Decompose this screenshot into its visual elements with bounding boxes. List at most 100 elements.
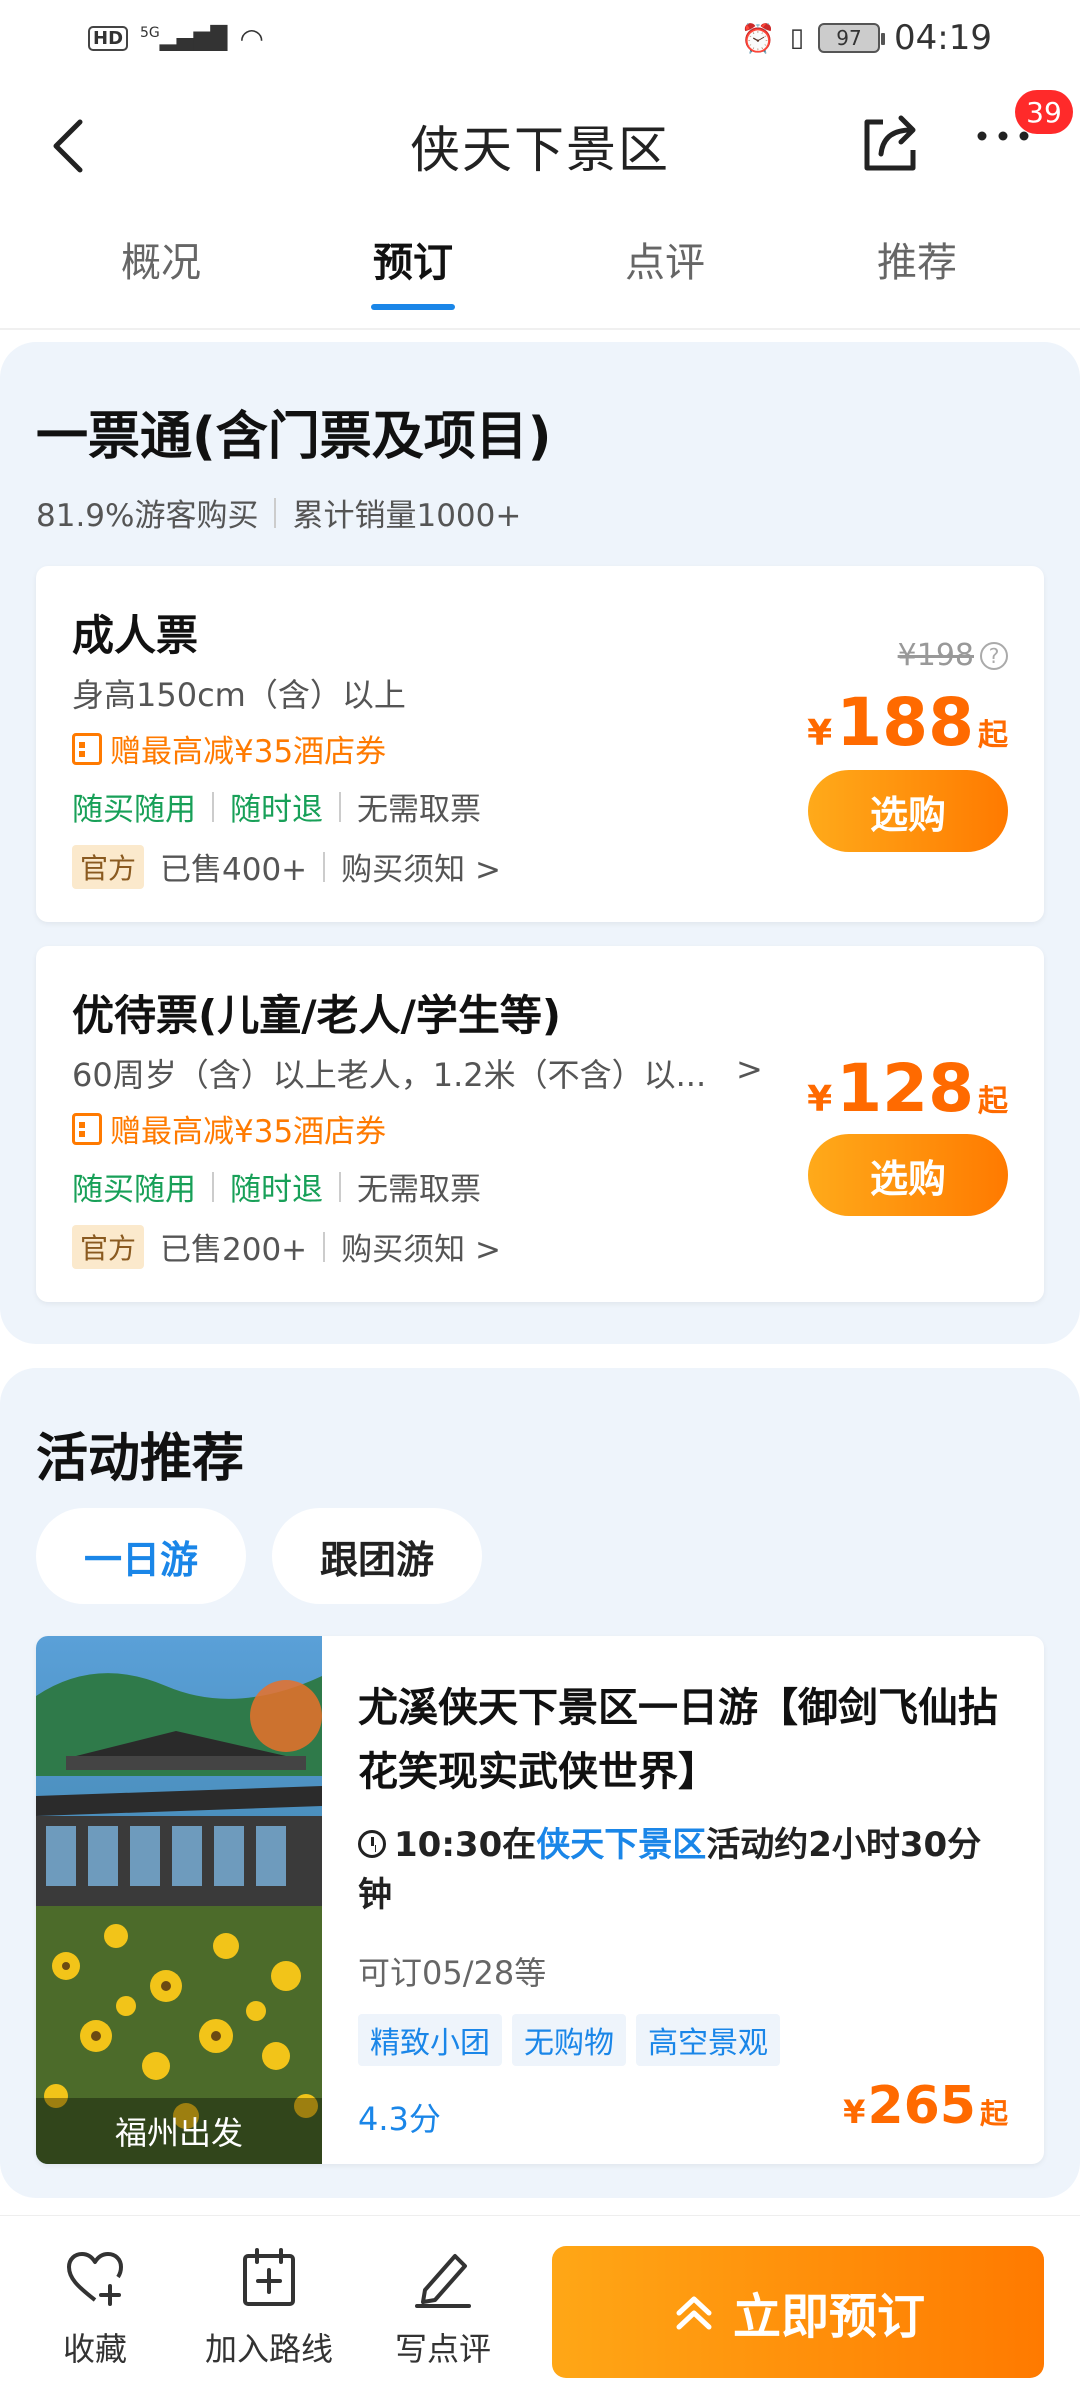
- heart-plus-icon: [67, 2252, 123, 2306]
- hotel-coupon[interactable]: 赠最高减¥35酒店券: [72, 1106, 386, 1151]
- notification-badge: 39: [1015, 90, 1073, 134]
- question-icon[interactable]: ?: [980, 641, 1008, 670]
- tag-refund-anytime: 随时退: [230, 1172, 323, 1208]
- vibrate-icon: ▯: [789, 23, 805, 53]
- favorite-label: 收藏: [62, 2330, 127, 2368]
- price-suffix: 起: [979, 2097, 1008, 2130]
- tag-use-anytime: 随买随用: [72, 1172, 196, 1208]
- divider: [323, 851, 326, 882]
- price-suffix: 起: [978, 1084, 1008, 1119]
- schedule-time: 10:30在: [394, 1825, 537, 1865]
- tag-use-anytime: 随买随用: [72, 792, 196, 828]
- activity-image: 福州出发: [36, 1636, 322, 2164]
- calendar-plus-icon: [243, 2248, 295, 2306]
- ticket-price: ¥ 128 起: [807, 1050, 1008, 1127]
- ticket-tags: 随买随用 随时退 无需取票: [72, 784, 481, 829]
- sales-count-text: 累计销量1000+: [292, 498, 522, 534]
- ticket-tags: 随买随用 随时退 无需取票: [72, 1164, 481, 1209]
- purchase-notice-link[interactable]: 购买须知 >: [341, 844, 501, 889]
- activity-section-title: 活动推荐: [36, 1429, 245, 1489]
- tab-recommend[interactable]: 推荐: [791, 230, 1043, 330]
- select-buy-button[interactable]: 选购: [808, 770, 1008, 852]
- hd-icon: HD: [88, 26, 129, 51]
- schedule-place[interactable]: 侠天下景区: [536, 1825, 706, 1865]
- ticket-desc[interactable]: 60周岁（含）以上老人，1.2米（不含）以...: [72, 1050, 706, 1096]
- bottom-action-bar: 收藏 加入路线 写点评 立即预订: [0, 2215, 1080, 2400]
- write-review-button[interactable]: 写点评: [368, 2246, 518, 2370]
- ticket-section-title: 一票通(含门票及项目): [36, 407, 552, 467]
- ticket-section: 一票通(含门票及项目) 81.9%游客购买 累计销量1000+ 成人票 身高15…: [0, 342, 1080, 1344]
- activity-tag: 无购物: [512, 2014, 626, 2066]
- ticket-name: 成人票: [72, 611, 199, 660]
- official-badge: 官方: [72, 844, 145, 889]
- activity-card[interactable]: 福州出发 尤溪侠天下景区一日游【御剑飞仙拈花笑现实武侠世界】 10:30在侠天下…: [36, 1636, 1044, 2164]
- price-suffix: 起: [978, 718, 1008, 753]
- app-header: 侠天下景区 39: [0, 90, 1080, 200]
- price-value: 128: [836, 1050, 974, 1127]
- book-now-label: 立即预订: [732, 2289, 925, 2345]
- hotel-icon: [72, 1112, 102, 1145]
- availability-text: 可订05/28等: [358, 1954, 547, 1992]
- tag-no-pickup: 无需取票: [357, 1172, 481, 1208]
- divider: [274, 497, 277, 528]
- book-now-button[interactable]: 立即预订: [552, 2246, 1044, 2378]
- write-review-label: 写点评: [394, 2330, 491, 2368]
- divider: [323, 1231, 326, 1262]
- status-bar: HD 5G▂▄▆█ ◠ ⏰ ▯ 97 04:19: [0, 0, 1080, 80]
- currency-symbol: ¥: [807, 713, 833, 754]
- price-value: 188: [836, 684, 974, 761]
- activity-schedule: 10:30在侠天下景区活动约2小时30分钟: [358, 1820, 1008, 1920]
- ticket-card-adult[interactable]: 成人票 身高150cm（含）以上 赠最高减¥35酒店券 随买随用 随时退 无需取…: [36, 566, 1044, 922]
- chip-group-tour[interactable]: 跟团游: [272, 1508, 483, 1604]
- ticket-card-discount[interactable]: 优待票(儿童/老人/学生等) 60周岁（含）以上老人，1.2米（不含）以... …: [36, 946, 1044, 1302]
- divider: [0, 328, 1080, 330]
- activity-title: 尤溪侠天下景区一日游【御剑飞仙拈花笑现实武侠世界】: [358, 1685, 998, 1795]
- add-route-label: 加入路线: [204, 2330, 333, 2368]
- tab-booking[interactable]: 预订: [287, 230, 539, 330]
- share-icon[interactable]: [855, 108, 925, 178]
- activity-tag: 高空景观: [636, 2014, 780, 2066]
- tag-refund-anytime: 随时退: [230, 792, 323, 828]
- activity-price: ¥ 265 起: [843, 2076, 1008, 2136]
- alarm-icon: ⏰: [740, 21, 776, 55]
- battery-icon: 97: [818, 23, 886, 53]
- add-route-button[interactable]: 加入路线: [194, 2246, 344, 2370]
- currency-symbol: ¥: [843, 2093, 866, 2131]
- tag-no-pickup: 无需取票: [357, 792, 481, 828]
- ticket-stats: 81.9%游客购买 累计销量1000+: [36, 490, 521, 535]
- signal-icon: 5G▂▄▆█: [140, 25, 228, 52]
- chevron-right-icon[interactable]: >: [736, 1050, 763, 1088]
- activity-tag: 精致小团: [358, 2014, 502, 2066]
- divider: [212, 791, 214, 822]
- tab-overview[interactable]: 概况: [35, 230, 287, 330]
- sold-count: 已售400+: [160, 852, 308, 888]
- divider: [212, 1171, 214, 1202]
- hotel-icon: [72, 732, 102, 765]
- chip-day-tour[interactable]: 一日游: [36, 1508, 247, 1604]
- favorite-button[interactable]: 收藏: [20, 2246, 170, 2370]
- clock-time: 04:19: [894, 18, 992, 58]
- wifi-icon: ◠: [239, 22, 264, 55]
- divider: [339, 1171, 341, 1202]
- tab-bar: 概况 预订 点评 推荐: [0, 230, 1080, 330]
- purchase-notice-link[interactable]: 购买须知 >: [341, 1224, 501, 1269]
- original-price: ¥198 ?: [898, 638, 1008, 673]
- activity-filter-chips: 一日游 跟团游: [36, 1508, 483, 1604]
- official-badge: 官方: [72, 1224, 145, 1269]
- select-buy-button[interactable]: 选购: [808, 1134, 1008, 1216]
- ticket-name: 优待票(儿童/老人/学生等): [72, 991, 562, 1040]
- activity-tags: 精致小团 无购物 高空景观: [358, 2014, 780, 2066]
- departure-caption: 福州出发: [36, 2098, 322, 2164]
- clock-icon: [358, 1830, 386, 1858]
- currency-symbol: ¥: [807, 1079, 833, 1120]
- tab-reviews[interactable]: 点评: [539, 230, 791, 330]
- activity-section: 活动推荐 一日游 跟团游 福州出发 尤溪侠天下景区一日游【御剑飞仙拈花笑现实武侠…: [0, 1368, 1080, 2198]
- ticket-desc: 身高150cm（含）以上: [72, 676, 406, 714]
- activity-rating: 4.3分: [358, 2100, 441, 2138]
- divider: [339, 791, 341, 822]
- hotel-coupon[interactable]: 赠最高减¥35酒店券: [72, 726, 386, 771]
- original-price-value: ¥198: [897, 638, 974, 673]
- ticket-meta: 官方 已售200+ 购买须知 >: [72, 1224, 501, 1269]
- ticket-meta: 官方 已售400+ 购买须知 >: [72, 844, 501, 889]
- sold-count: 已售200+: [160, 1232, 308, 1268]
